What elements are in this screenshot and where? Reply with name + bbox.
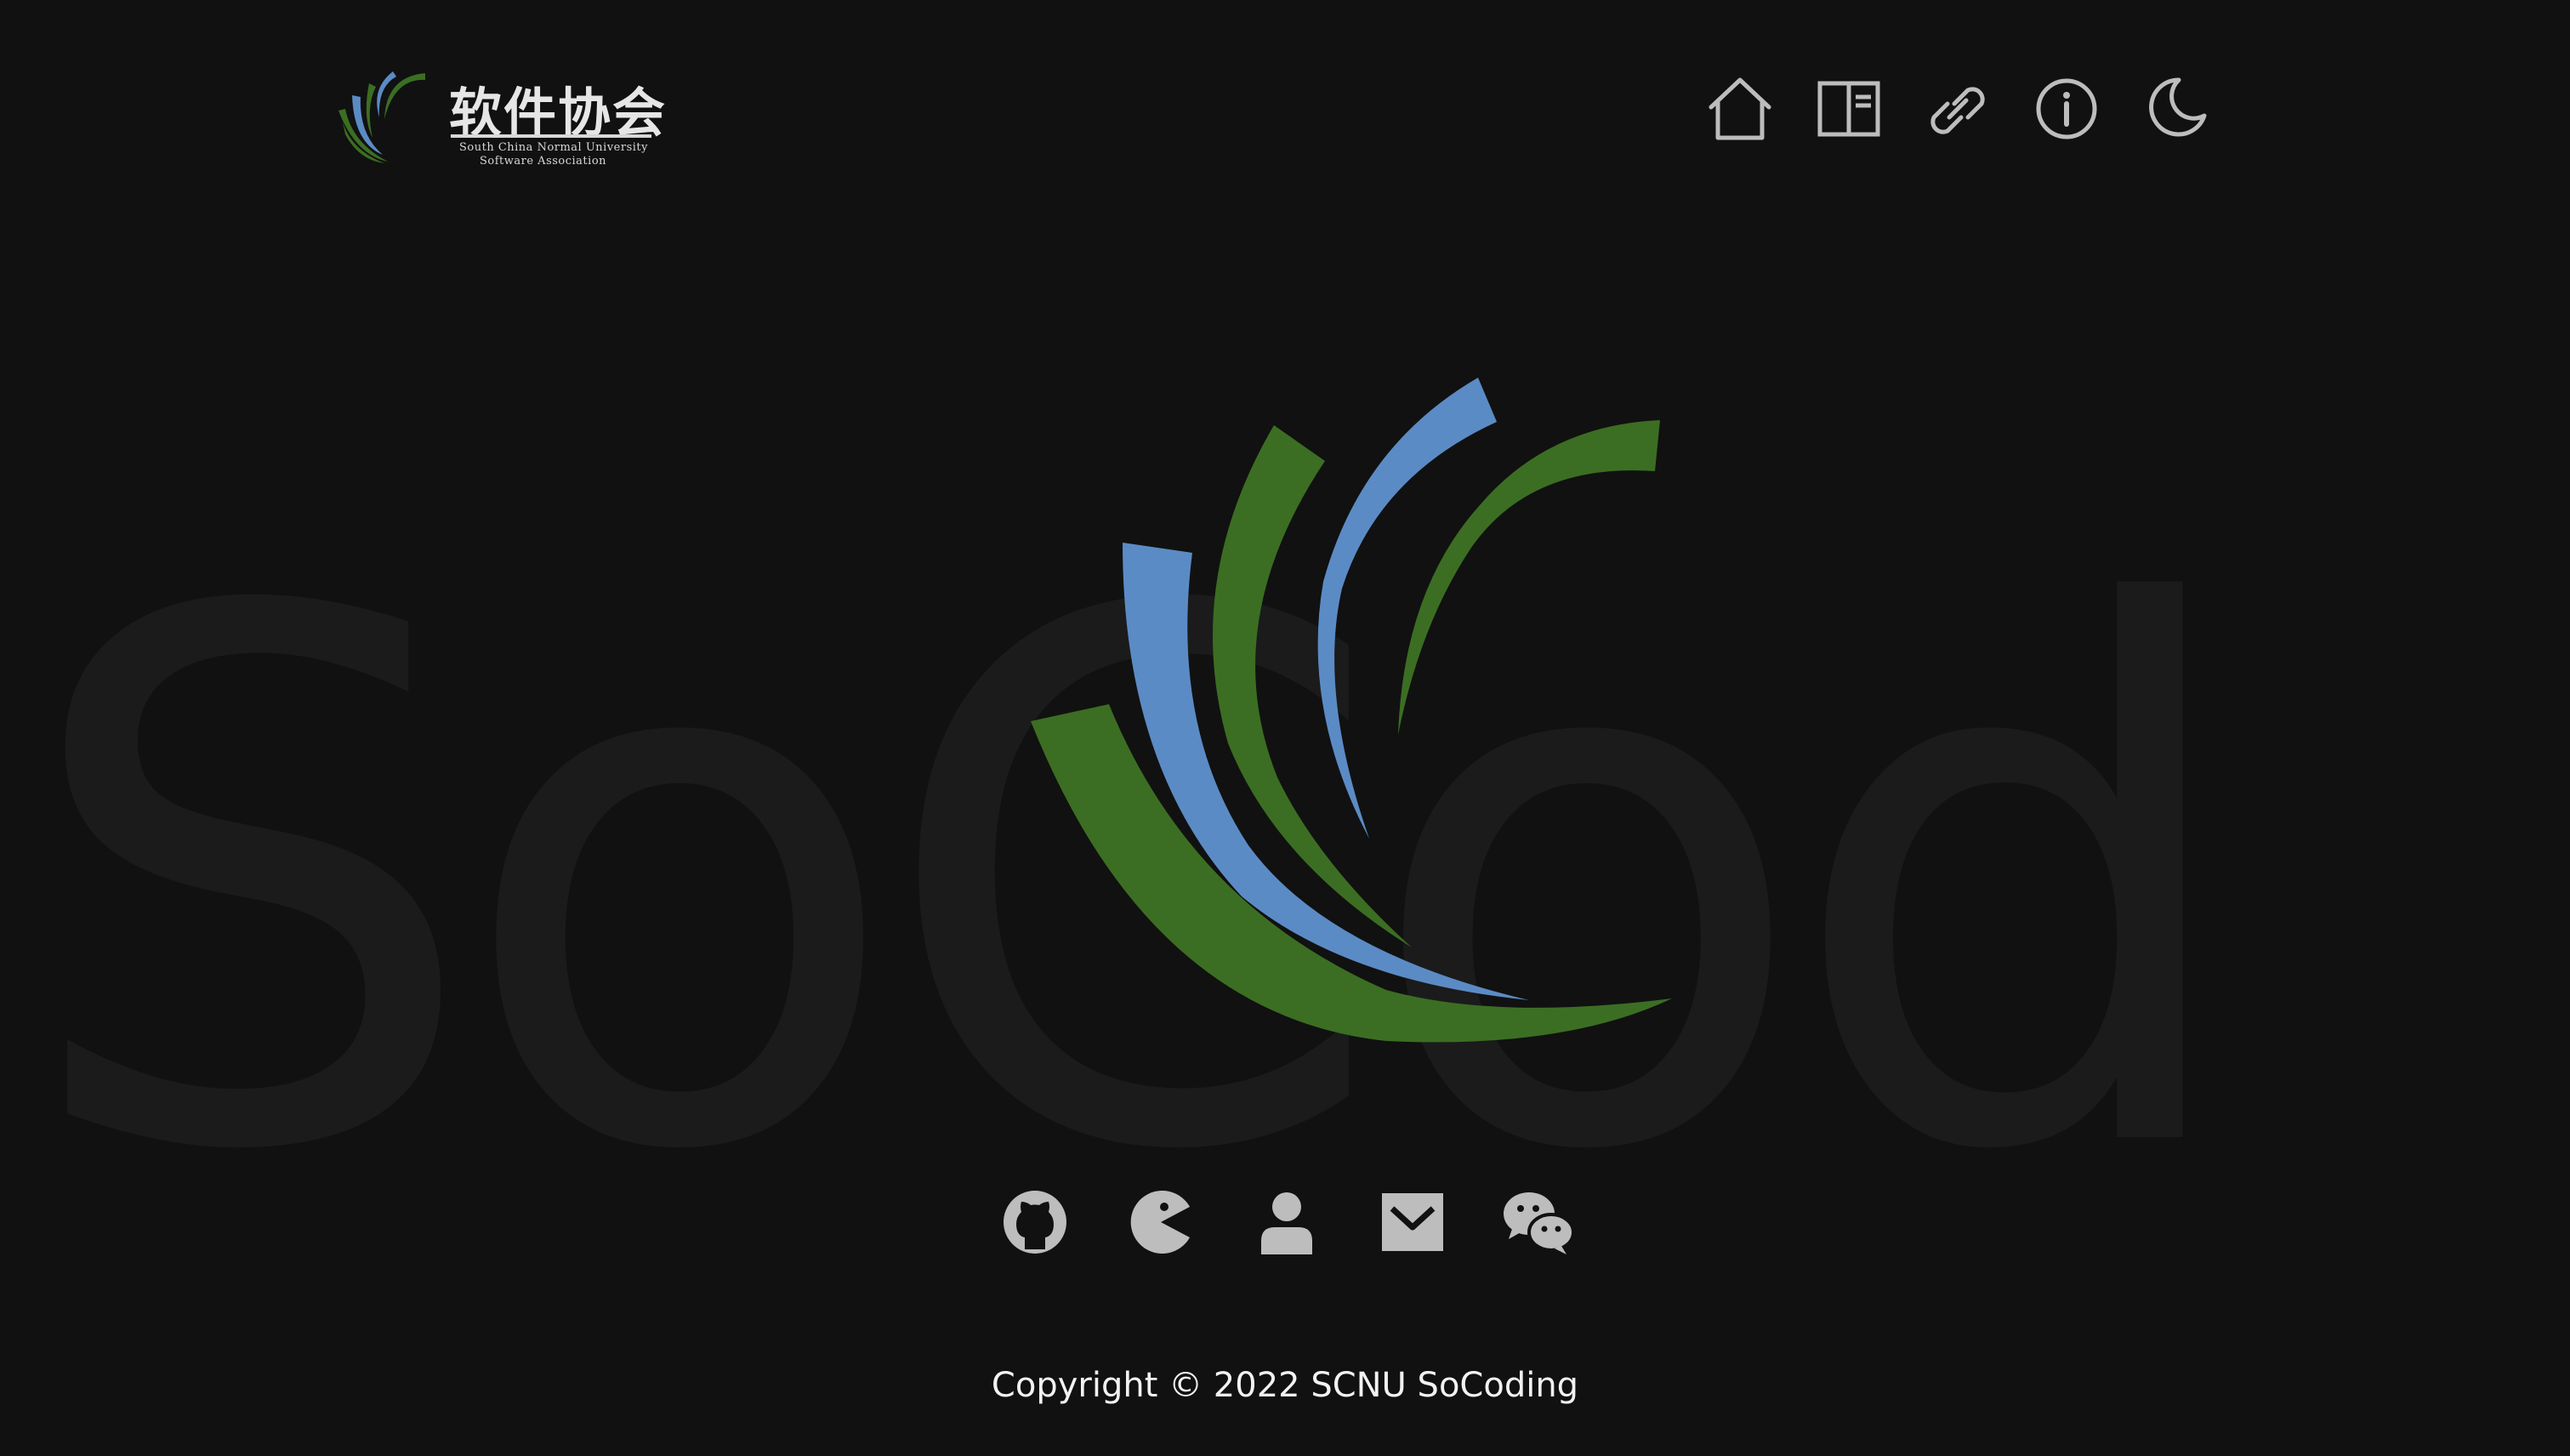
home-icon bbox=[1709, 77, 1771, 140]
about-button[interactable] bbox=[2031, 73, 2102, 145]
copyright-text: Copyright © 2022 SCNU SoCoding bbox=[991, 1366, 1579, 1405]
brand-emblem-icon bbox=[338, 71, 425, 163]
wechat-icon bbox=[1504, 1192, 1575, 1254]
wechat-link[interactable] bbox=[1500, 1184, 1577, 1260]
brand-name-en-line1: South China Normal University bbox=[459, 141, 648, 154]
email-link[interactable] bbox=[1374, 1184, 1451, 1260]
pacman-link[interactable] bbox=[1123, 1184, 1199, 1260]
links-button[interactable] bbox=[1922, 73, 1993, 145]
docs-button[interactable] bbox=[1813, 73, 1885, 145]
profile-link[interactable] bbox=[1248, 1184, 1325, 1260]
link-icon bbox=[1930, 87, 1985, 134]
github-link[interactable] bbox=[997, 1184, 1073, 1260]
moon-icon bbox=[2149, 77, 2207, 137]
home-button[interactable] bbox=[1704, 73, 1776, 145]
brand-name-en-line2: Software Association bbox=[480, 155, 607, 168]
brand-logo[interactable]: 软件协会 South China Normal University Softw… bbox=[333, 66, 665, 168]
brand-divider bbox=[451, 134, 651, 138]
hero-emblem-icon bbox=[1031, 378, 1672, 1043]
page: SoCod 软件协会 South China Normal University… bbox=[0, 0, 2570, 1456]
pacman-icon bbox=[1130, 1191, 1190, 1254]
book-icon bbox=[1817, 81, 1880, 137]
github-icon bbox=[1004, 1191, 1066, 1254]
info-icon bbox=[2036, 78, 2097, 139]
user-icon bbox=[1261, 1192, 1312, 1254]
mail-icon bbox=[1382, 1193, 1443, 1251]
theme-toggle-button[interactable] bbox=[2140, 73, 2211, 145]
